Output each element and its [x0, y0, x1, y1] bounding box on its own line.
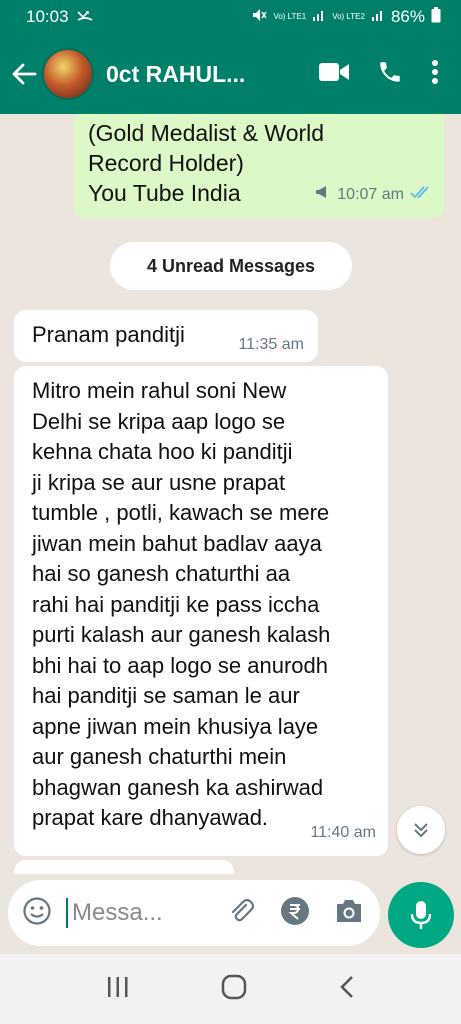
- more-vert-icon: [432, 59, 438, 84]
- missed-call-icon: [76, 7, 93, 27]
- recent-apps-button[interactable]: [106, 976, 130, 1003]
- system-nav-bar: [0, 954, 461, 1024]
- video-call-icon: [319, 62, 349, 81]
- emoji-icon: [23, 896, 51, 925]
- message-line: tumble , potli, kawach se mere: [32, 500, 330, 525]
- chat-area[interactable]: (Gold Medalist & World Record Holder) Yo…: [0, 114, 461, 874]
- attach-button[interactable]: [226, 896, 256, 931]
- contact-name[interactable]: 0ct RAHUL...: [106, 61, 256, 88]
- mute-icon: [251, 7, 268, 28]
- camera-button[interactable]: [334, 898, 364, 929]
- message-input[interactable]: Messa...: [66, 898, 226, 928]
- status-bar: 10:03 Vo) LTE1 Vo) LTE2 86%: [0, 0, 461, 34]
- text-cursor: [66, 898, 68, 928]
- signal-icon: [312, 7, 326, 27]
- message-text: Record Holder): [88, 150, 244, 176]
- message-time: 10:07 am: [337, 186, 404, 203]
- chat-header: 0ct RAHUL...: [0, 34, 461, 114]
- message-line: Mitro mein rahul soni New: [32, 378, 287, 403]
- chevron-left-icon: [340, 975, 354, 998]
- message-line: Delhi se kripa aap logo se: [32, 408, 286, 434]
- unread-messages-banner: 4 Unread Messages: [110, 242, 352, 290]
- home-button[interactable]: [221, 974, 247, 1005]
- emoji-button[interactable]: [22, 896, 52, 931]
- received-message-bubble-partial: [14, 860, 234, 874]
- back-button[interactable]: [0, 63, 42, 85]
- voice-message-button[interactable]: [388, 882, 454, 948]
- video-call-button[interactable]: [319, 62, 349, 87]
- battery-percent: 86%: [390, 7, 425, 26]
- payment-button[interactable]: [280, 896, 310, 931]
- message-composer[interactable]: Messa...: [8, 880, 380, 946]
- status-time: 10:03: [26, 7, 69, 26]
- message-input-placeholder: Messa...: [72, 899, 163, 926]
- camera-icon: [337, 899, 361, 922]
- message-line: kehna chata hoo ki panditji: [32, 439, 293, 464]
- message-line: apne jiwan mein khusiya laye: [32, 713, 319, 739]
- message-line: hai panditji se saman le aur: [32, 683, 300, 708]
- scroll-to-bottom-button[interactable]: [397, 806, 445, 854]
- paperclip-icon: [231, 898, 255, 921]
- message-line: hai so ganesh chaturthi aa: [32, 561, 291, 586]
- avatar[interactable]: [42, 48, 94, 100]
- phone-icon: [380, 61, 400, 82]
- message-line: ji kripa se aur usne prapat: [32, 469, 286, 495]
- message-time: 11:35 am: [238, 336, 304, 353]
- recent-apps-icon: [107, 976, 128, 997]
- message-line: aur ganesh chaturthi mein: [32, 744, 287, 769]
- rupee-icon: [281, 896, 309, 925]
- home-icon: [222, 974, 247, 999]
- system-back-button[interactable]: [339, 975, 355, 1004]
- sim1-label: Vo) LTE1: [273, 12, 307, 21]
- message-time: 11:40 am: [310, 823, 376, 841]
- message-line: purti kalash aur ganesh kalash: [32, 622, 331, 647]
- received-message-bubble[interactable]: Pranam panditji 11:35 am: [14, 310, 318, 362]
- battery-icon: [431, 6, 441, 28]
- double-chevron-down-icon: [414, 823, 428, 838]
- voice-call-button[interactable]: [377, 59, 403, 90]
- message-line: bhi hai to aap logo se anurodh: [32, 652, 329, 678]
- message-text: Pranam panditji: [32, 322, 185, 347]
- message-text: (Gold Medalist & World: [88, 120, 325, 146]
- signal-icon: [371, 7, 385, 27]
- back-arrow-icon: [12, 63, 37, 85]
- sent-message-bubble[interactable]: (Gold Medalist & World Record Holder) Yo…: [74, 114, 444, 218]
- message-line: jiwan mein bahut badlav aaya: [32, 530, 322, 556]
- broadcast-icon: [315, 180, 331, 210]
- message-line: bhagwan ganesh ka ashirwad: [32, 774, 324, 800]
- sim2-label: Vo) LTE2: [332, 12, 365, 21]
- more-options-button[interactable]: [431, 59, 439, 90]
- received-message-bubble[interactable]: Mitro mein rahul soni New Delhi se kripa…: [14, 366, 388, 856]
- message-line: rahi hai panditji ke pass iccha: [32, 591, 320, 617]
- read-receipt-icon: [410, 180, 432, 210]
- microphone-icon: [410, 901, 432, 929]
